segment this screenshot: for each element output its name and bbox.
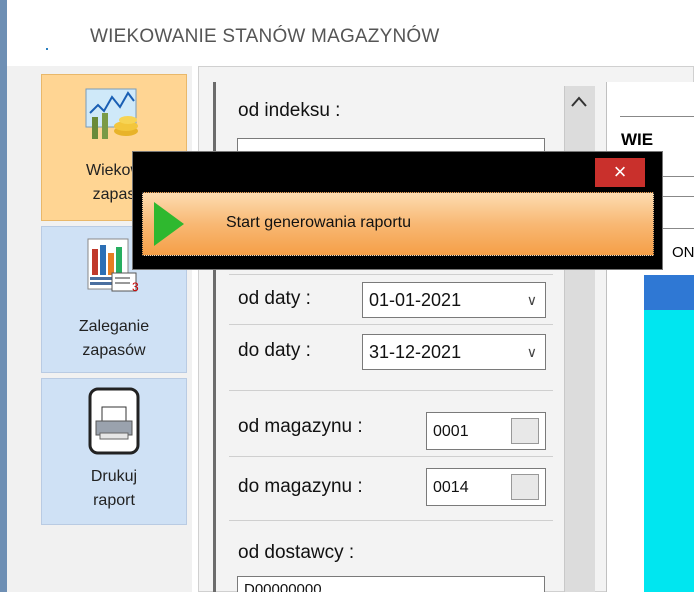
row-separator xyxy=(229,456,553,457)
od-dostawcy-label: od dostawcy : xyxy=(238,542,355,563)
do-magazynu-value: 0014 xyxy=(433,479,469,496)
sidebar-item-drukuj[interactable]: Drukuj raport xyxy=(41,378,187,525)
play-icon xyxy=(154,202,184,246)
scroll-up-icon[interactable] xyxy=(566,88,592,118)
preview-heading: WIE xyxy=(621,130,654,149)
printer-icon xyxy=(88,387,140,455)
sidebar-item-line1: Drukuj xyxy=(90,468,138,485)
do-magazynu-label: do magazynu : xyxy=(238,476,363,497)
chevron-down-icon[interactable]: ∨ xyxy=(527,335,537,369)
do-daty-input[interactable]: 31-12-2021 ∨ xyxy=(362,334,546,370)
do-magazynu-browse-button[interactable] xyxy=(511,474,539,500)
close-icon[interactable]: × xyxy=(595,158,645,187)
od-daty-value: 01-01-2021 xyxy=(369,290,462,310)
sidebar-item-line2: zapasów xyxy=(82,342,146,359)
row-separator xyxy=(229,274,553,275)
preview-line xyxy=(620,116,694,117)
aging-chart-icon xyxy=(85,88,138,139)
svg-text:3: 3 xyxy=(132,280,139,294)
chevron-down-icon[interactable]: ∨ xyxy=(527,283,537,317)
window-title: WIEKOWANIE STANÓW MAGAZYNÓW xyxy=(90,26,440,47)
od-daty-input[interactable]: 01-01-2021 ∨ xyxy=(362,282,546,318)
preview-grid xyxy=(644,310,694,592)
preview-header-bar xyxy=(644,275,694,310)
sidebar-item-line1: Zaleganie xyxy=(78,318,150,335)
do-daty-label: do daty : xyxy=(238,340,311,361)
od-dostawcy-value: D00000000 xyxy=(244,581,322,592)
title-dot xyxy=(46,48,48,50)
od-indeksu-input[interactable] xyxy=(237,138,545,152)
od-magazynu-browse-button[interactable] xyxy=(511,418,539,444)
sidebar-item-line2: raport xyxy=(93,492,135,509)
do-daty-value: 31-12-2021 xyxy=(369,342,462,362)
od-magazynu-value: 0001 xyxy=(433,423,469,440)
od-daty-label: od daty : xyxy=(238,288,311,309)
row-separator xyxy=(229,390,553,391)
start-report-label: Start generowania raportu xyxy=(226,214,411,231)
window-left-accent xyxy=(0,0,7,592)
od-dostawcy-input[interactable]: D00000000 xyxy=(237,576,545,592)
od-indeksu-label: od indeksu : xyxy=(238,100,341,121)
od-magazynu-label: od magazynu : xyxy=(238,416,363,437)
preview-column-header: ONI xyxy=(672,244,694,261)
row-separator xyxy=(229,520,553,521)
row-separator xyxy=(229,324,553,325)
